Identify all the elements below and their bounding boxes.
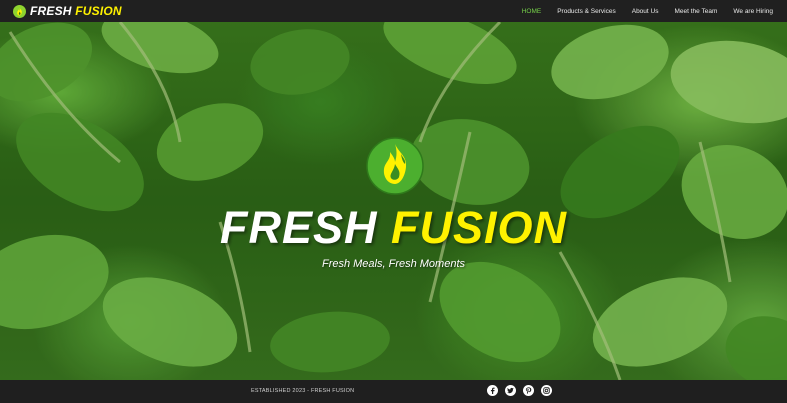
hero-title-part1: FRESH [219,202,378,253]
brand-home-link[interactable]: FRESH FUSION [13,4,122,18]
nav-about-us[interactable]: About Us [632,8,659,15]
instagram-icon[interactable] [541,385,552,396]
flame-logo-icon [13,4,26,18]
footer: ESTABLISHED 2023 - FRESH FUSION [0,380,787,403]
hero-tagline: Fresh Meals, Fresh Moments [321,258,466,270]
main-nav: HOME Products & Services About Us Meet t… [522,0,773,22]
social-links [487,385,552,396]
nav-products-services[interactable]: Products & Services [557,8,616,15]
twitter-icon[interactable] [505,385,516,396]
brand-name-part2: FUSION [75,4,122,18]
hero-title: FRESH FUSION [0,200,787,256]
pinterest-icon[interactable] [523,385,534,396]
brand-name: FRESH FUSION [30,4,122,18]
hero-title-part2: FUSION [391,202,568,253]
hero-section: FRESH FUSION Fresh Meals, Fresh Moments [0,22,787,380]
nav-we-are-hiring[interactable]: We are Hiring [733,8,773,15]
facebook-icon[interactable] [487,385,498,396]
hero-content: FRESH FUSION Fresh Meals, Fresh Moments [0,22,787,380]
nav-meet-the-team[interactable]: Meet the Team [674,8,717,15]
top-navbar: FRESH FUSION HOME Products & Services Ab… [0,0,787,22]
brand-name-part1: FRESH [30,4,72,18]
flame-icon [365,136,425,196]
nav-home[interactable]: HOME [522,8,542,15]
footer-text: ESTABLISHED 2023 - FRESH FUSION [251,388,355,394]
